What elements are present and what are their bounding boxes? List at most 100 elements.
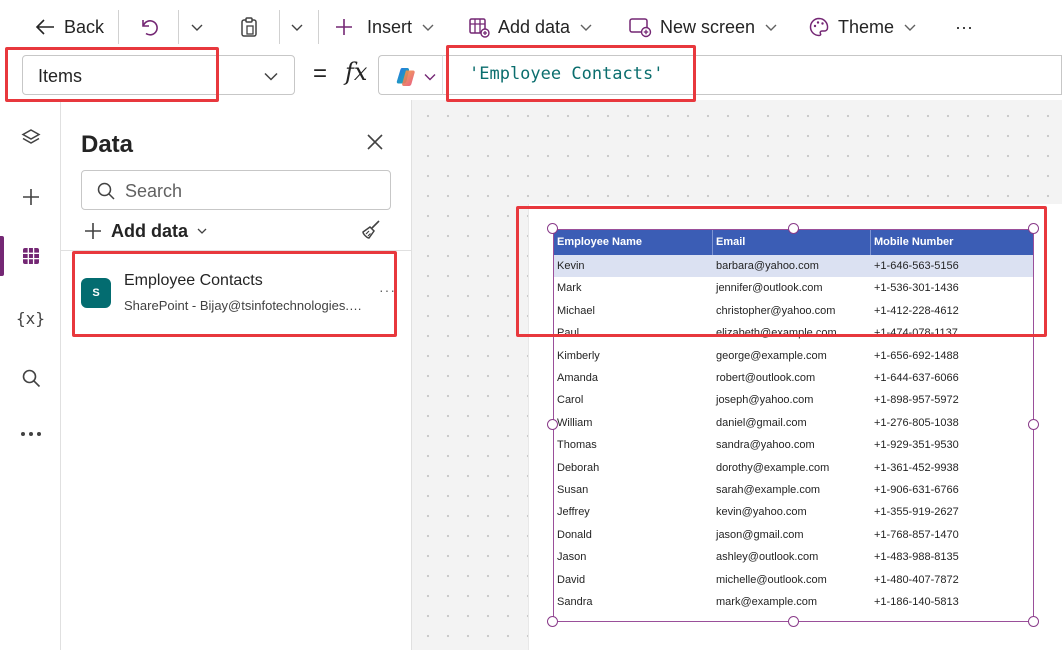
table-row[interactable]: Amanda robert@outlook.com +1-644-637-6066 xyxy=(554,367,1033,389)
paste-menu-button[interactable] xyxy=(289,8,305,46)
data-source-subtitle: SharePoint - Bijay@tsinfotechnologies.o.… xyxy=(124,298,364,313)
close-panel-button[interactable] xyxy=(366,133,384,156)
toolbar-divider xyxy=(178,10,179,44)
undo-button[interactable] xyxy=(138,8,160,46)
panel-divider xyxy=(61,250,412,251)
column-header-email[interactable]: Email xyxy=(716,236,745,248)
employee-name-cell: Michael xyxy=(557,304,595,317)
data-rail-button[interactable] xyxy=(0,236,61,276)
theme-button[interactable]: Theme xyxy=(808,8,918,46)
table-row[interactable]: Kevin barbara@yahoo.com +1-646-563-5156 xyxy=(554,255,1033,278)
table-row[interactable]: Michael christopher@yahoo.com +1-412-228-4… xyxy=(554,300,1033,322)
table-row[interactable]: Deborah dorothy@example.com +1-361-452-993… xyxy=(554,457,1033,479)
plus-icon xyxy=(85,223,101,239)
table-row[interactable]: Jeffrey kevin@yahoo.com +1-355-919-2627 xyxy=(554,501,1033,523)
resize-handle-top[interactable] xyxy=(788,223,799,234)
mobile-number-cell: +1-412-228-4612 xyxy=(874,304,959,317)
clipboard-icon xyxy=(241,17,257,37)
sharepoint-icon: S xyxy=(81,278,111,308)
sharepoint-logo-letter: S xyxy=(92,287,100,299)
mobile-number-cell: +1-474-078-1137 xyxy=(874,327,958,340)
employee-name-cell: Jason xyxy=(557,551,587,564)
data-source-more-button[interactable]: ··· xyxy=(379,282,396,298)
table-row[interactable]: Jason ashley@outlook.com +1-483-988-8135 xyxy=(554,546,1033,568)
search-rail-button[interactable] xyxy=(0,358,61,398)
table-row[interactable]: Carol joseph@yahoo.com +1-898-957-5972 xyxy=(554,389,1033,411)
employee-name-cell: Deborah xyxy=(557,461,600,474)
theme-label: Theme xyxy=(838,16,895,37)
table-row[interactable]: Sandra mark@example.com +1-186-140-5813 xyxy=(554,591,1033,613)
undo-menu-button[interactable] xyxy=(189,8,205,46)
command-bar: Back Insert Add data New screen Theme ··… xyxy=(0,0,1062,54)
back-button[interactable]: Back xyxy=(34,8,104,46)
variables-rail-button[interactable]: {x} xyxy=(0,298,61,338)
resize-handle-top-left[interactable] xyxy=(547,223,558,234)
formula-input[interactable]: 'Employee Contacts' xyxy=(442,55,1062,95)
employee-name-cell: Kimberly xyxy=(557,349,600,362)
resize-handle-left[interactable] xyxy=(547,419,558,430)
more-options-button[interactable]: ··· xyxy=(955,8,973,46)
copilot-button[interactable] xyxy=(378,55,442,95)
toolbar-divider xyxy=(318,10,319,44)
more-rail-button[interactable] xyxy=(0,414,61,454)
column-header-mobile-number[interactable]: Mobile Number xyxy=(874,236,953,248)
clean-up-button[interactable] xyxy=(359,218,383,247)
table-row[interactable]: Mark jennifer@outlook.com +1-536-301-1436 xyxy=(554,277,1033,299)
fx-icon: fx xyxy=(345,58,368,86)
new-screen-button[interactable]: New screen xyxy=(628,8,779,46)
mobile-number-cell: +1-929-351-9530 xyxy=(874,439,959,452)
employee-name-cell: Paul xyxy=(557,327,580,340)
email-cell: daniel@gmail.com xyxy=(716,416,807,429)
search-placeholder: Search xyxy=(125,181,183,201)
mobile-number-cell: +1-361-452-9938 xyxy=(874,461,959,474)
data-table[interactable]: Employee Name Email Mobile Number Kevin b… xyxy=(553,229,1034,622)
resize-handle-bottom-right[interactable] xyxy=(1028,616,1039,627)
insert-label: Insert xyxy=(367,16,413,37)
table-row[interactable]: David michelle@outlook.com +1-480-407-7872 xyxy=(554,569,1033,591)
paste-button[interactable] xyxy=(238,8,260,46)
email-cell: joseph@yahoo.com xyxy=(716,394,814,407)
email-cell: george@example.com xyxy=(716,349,827,362)
chevron-down-icon xyxy=(580,24,592,31)
resize-handle-bottom[interactable] xyxy=(788,616,799,627)
mobile-number-cell: +1-483-988-8135 xyxy=(874,551,959,564)
add-data-toolbar-button[interactable]: Add data xyxy=(468,8,594,46)
table-row[interactable]: William daniel@gmail.com +1-276-805-1038 xyxy=(554,412,1033,434)
column-divider xyxy=(870,230,871,255)
table-row[interactable]: Donald jason@gmail.com +1-768-857-1470 xyxy=(554,524,1033,546)
chevron-down-icon xyxy=(422,24,434,31)
data-source-item[interactable]: S Employee Contacts SharePoint - Bijay@t… xyxy=(71,252,411,328)
resize-handle-top-right[interactable] xyxy=(1028,223,1039,234)
more-icon: ··· xyxy=(955,16,973,37)
mobile-number-cell: +1-768-857-1470 xyxy=(874,528,959,541)
email-cell: christopher@yahoo.com xyxy=(716,304,836,317)
column-header-employee-name[interactable]: Employee Name xyxy=(557,236,642,248)
email-cell: mark@example.com xyxy=(716,596,818,608)
table-row[interactable]: Paul elizabeth@example.com +1-474-078-1137 xyxy=(554,322,1033,344)
property-value: Items xyxy=(38,66,83,86)
table-row[interactable]: Kimberly george@example.com +1-656-692-148… xyxy=(554,345,1033,367)
resize-handle-right[interactable] xyxy=(1028,419,1039,430)
insert-rail-button[interactable] xyxy=(0,177,61,217)
resize-handle-bottom-left[interactable] xyxy=(547,616,558,627)
chevron-down-icon xyxy=(765,24,777,31)
insert-button[interactable]: Insert xyxy=(333,8,436,46)
undo-icon xyxy=(142,20,158,36)
table-row[interactable]: Susan sarah@example.com +1-906-631-6766 xyxy=(554,479,1033,501)
table-row[interactable]: Thomas sandra@yahoo.com +1-929-351-9530 xyxy=(554,434,1033,456)
property-dropdown[interactable]: Items xyxy=(22,55,295,95)
tree-view-button[interactable] xyxy=(0,118,61,158)
add-data-button[interactable]: Add data xyxy=(83,219,208,243)
power-apps-studio: Back Insert Add data New screen Theme ··… xyxy=(0,0,1062,650)
data-search-input[interactable]: Search xyxy=(81,170,391,210)
chevron-down-icon xyxy=(291,24,303,31)
email-cell: elizabeth@example.com xyxy=(716,327,837,340)
chevron-down-icon xyxy=(262,67,280,90)
back-label: Back xyxy=(64,16,105,37)
arrow-left-icon xyxy=(35,19,54,35)
chevron-down-icon xyxy=(197,228,207,234)
employee-name-cell: David xyxy=(557,573,586,586)
left-rail: {x} xyxy=(0,100,61,650)
mobile-number-cell: +1-906-631-6766 xyxy=(874,484,959,496)
chevron-down-icon xyxy=(423,70,437,89)
